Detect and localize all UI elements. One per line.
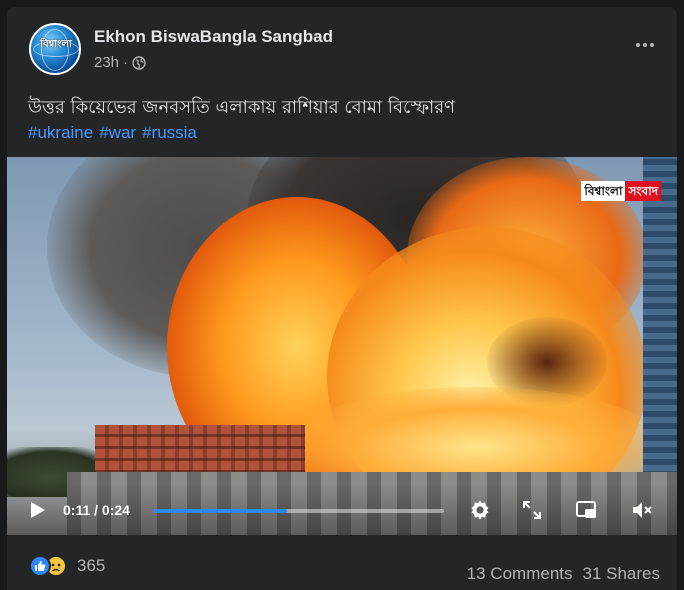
post-footer: 365 13 Comments 31 Shares	[7, 535, 677, 590]
watermark-left: বিশ্বাংলা	[581, 181, 626, 201]
post-header: বিশ্বাংলা Ekhon BiswaBangla Sangbad 23h …	[7, 7, 677, 87]
hashtag-link[interactable]: #war	[99, 123, 136, 143]
post-meta: 23h ·	[94, 54, 146, 71]
more-dot	[643, 43, 647, 47]
globe-icon[interactable]	[132, 55, 146, 70]
hashtag-link[interactable]: #russia	[142, 123, 197, 143]
fullscreen-icon[interactable]	[521, 499, 543, 521]
page-name[interactable]: Ekhon BiswaBangla Sangbad	[94, 27, 333, 47]
post-card: বিশ্বাংলা Ekhon BiswaBangla Sangbad 23h …	[7, 7, 677, 590]
avatar[interactable]: বিশ্বাংলা	[29, 23, 81, 75]
hashtag-list: #ukraine #war #russia	[28, 123, 197, 143]
more-dot	[650, 43, 654, 47]
video-building	[643, 157, 677, 477]
video-progress-fill	[154, 509, 287, 513]
shares-count-link[interactable]: 31 Shares	[583, 564, 661, 584]
hashtag-link[interactable]: #ukraine	[28, 123, 93, 143]
post-time[interactable]: 23h	[94, 54, 119, 71]
watermark-right: সংবাদ	[625, 181, 661, 201]
more-options-button[interactable]	[631, 35, 659, 55]
video-time: 0:11 / 0:24	[63, 502, 130, 518]
reaction-count: 365	[77, 556, 106, 575]
picture-in-picture-icon[interactable]	[575, 499, 597, 521]
reaction-summary[interactable]: 365	[29, 555, 105, 577]
comments-count-link[interactable]: 13 Comments	[467, 564, 573, 584]
like-icon	[29, 555, 51, 577]
video-controls: 0:11 / 0:24	[7, 482, 677, 535]
video-watermark: বিশ্বাংলা সংবাদ	[581, 181, 661, 201]
video-player[interactable]: বিশ্বাংলা সংবাদ 0:11 / 0:24	[7, 157, 677, 535]
meta-separator: ·	[123, 54, 129, 71]
video-progress-bar[interactable]	[154, 509, 444, 513]
post-stats: 13 Comments 31 Shares	[467, 564, 660, 584]
play-icon[interactable]	[27, 500, 47, 520]
post-text: উত্তর কিয়েভের জনবসতি এলাকায় রাশিয়ার ব…	[28, 97, 456, 118]
volume-muted-icon[interactable]	[631, 499, 653, 521]
avatar-logo-text: বিশ্বাংলা	[40, 39, 72, 50]
more-dot	[636, 43, 640, 47]
settings-icon[interactable]	[469, 499, 491, 521]
